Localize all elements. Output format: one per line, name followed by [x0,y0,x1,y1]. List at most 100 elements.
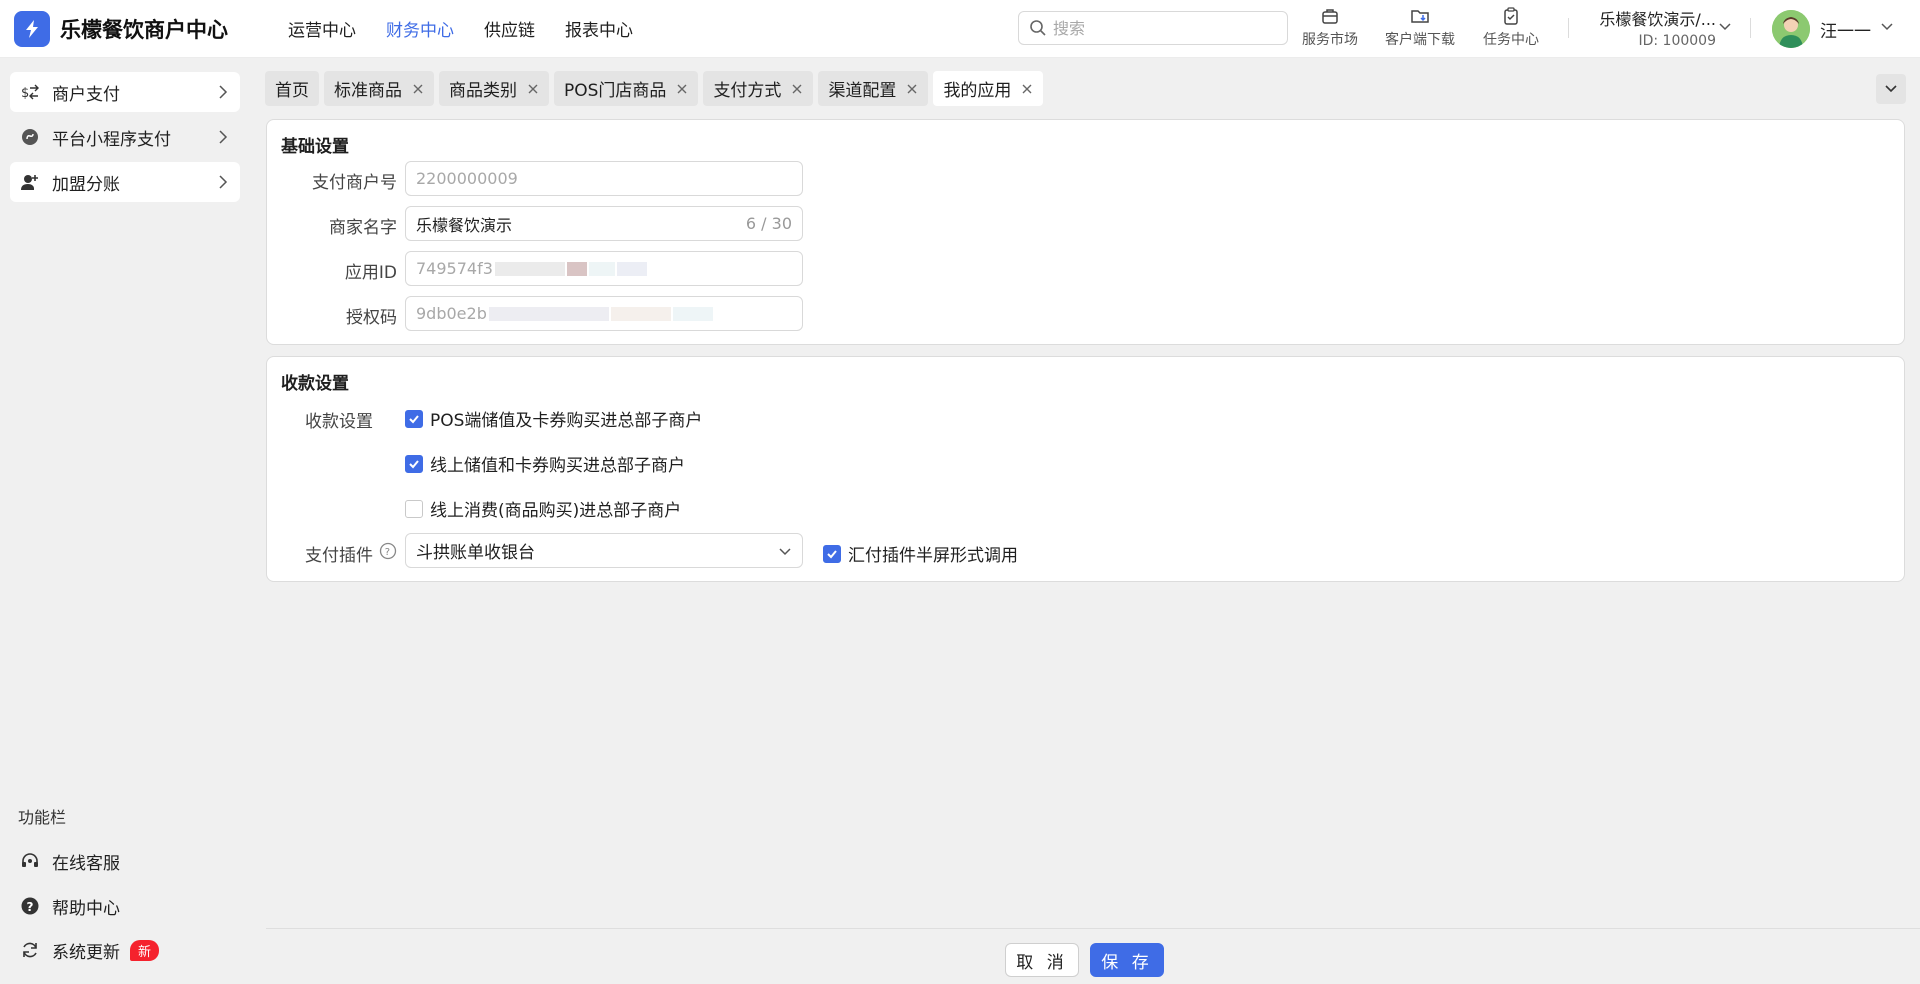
question-circle-icon[interactable]: ? [379,542,397,560]
checkbox-checked[interactable] [405,409,423,428]
chevron-down-icon[interactable] [1880,20,1894,34]
merchant-no-value: 2200000009 [416,169,518,188]
headset-icon [22,853,38,867]
tab-home[interactable]: 首页 [265,71,319,106]
chevron-down-icon [779,548,791,556]
field-label: 支付商户号 [312,173,397,193]
app-logo[interactable]: 乐檬餐饮商户中心 [14,10,264,47]
close-icon[interactable] [791,83,803,95]
refresh-icon [23,942,37,958]
section-title: 收款设置 [281,374,349,394]
search-box[interactable] [1018,11,1288,45]
tab-goods-category[interactable]: 商品类别 [439,71,549,106]
close-icon[interactable] [527,83,539,95]
client-download-label: 客户端下载 [1385,32,1455,48]
search-input[interactable] [1053,18,1263,38]
client-download-button[interactable]: 客户端下载 [1385,6,1455,49]
mini-program-icon [22,129,38,145]
checkbox-checked[interactable] [405,454,423,473]
tab-label: 我的应用 [943,81,1012,101]
nav-operations[interactable]: 运营中心 [288,16,356,41]
function-help-center[interactable]: ? 帮助中心 [20,891,120,921]
option-label: 线上储值和卡券购买进总部子商户 [430,456,685,476]
tab-my-apps[interactable]: 我的应用 [933,71,1044,106]
close-icon[interactable] [676,83,688,95]
tab-channel-config[interactable]: 渠道配置 [818,71,929,106]
footer-divider [266,928,1920,929]
briefcase-icon [1322,9,1338,24]
service-market-label: 服务市场 [1302,32,1358,48]
chevron-down-icon[interactable] [1718,20,1732,34]
option-online-consumption[interactable]: 线上消费(商品购买)进总部子商户 [405,496,681,521]
option-pos-stored-value[interactable]: POS端储值及卡券购买进总部子商户 [405,406,702,431]
clipboard-check-icon [1504,7,1518,25]
avatar-icon [1772,10,1810,48]
tab-label: POS门店商品 [564,81,667,101]
chevron-right-icon [219,130,228,144]
basic-settings-card: 基础设置 支付商户号 2200000009 商家名字 乐檬餐饮演示 6 / 30… [266,119,1905,345]
tab-payment-methods[interactable]: 支付方式 [703,71,814,106]
cancel-button[interactable]: 取 消 [1005,943,1079,977]
tab-label: 渠道配置 [828,81,897,101]
function-system-update[interactable]: 系统更新 新 [20,935,160,965]
shop-name-field[interactable]: 乐檬餐饮演示 6 / 30 [405,206,803,241]
nav-finance[interactable]: 财务中心 [386,16,454,41]
option-online-stored-value[interactable]: 线上储值和卡券购买进总部子商户 [405,451,685,476]
payment-plugin-select[interactable]: 斗拱账单收银台 [405,533,803,568]
header-divider [1568,18,1569,38]
function-bar-title: 功能栏 [18,808,67,827]
help-icon: ? [21,897,39,915]
section-title: 基础设置 [281,137,349,157]
task-center-label: 任务中心 [1483,32,1539,48]
checkbox-checked[interactable] [823,544,841,563]
save-button[interactable]: 保 存 [1090,943,1164,977]
sidebar-item-franchise-split[interactable]: 加盟分账 [10,162,240,202]
collection-settings-card: 收款设置 收款设置 POS端储值及卡券购买进总部子商户 线上储值和卡券购买进总部… [266,356,1905,582]
task-center-button[interactable]: 任务中心 [1483,6,1539,49]
tab-standard-goods[interactable]: 标准商品 [324,71,434,106]
option-half-screen-plugin[interactable]: 汇付插件半屏形式调用 [823,541,1018,566]
function-label: 在线客服 [52,853,120,874]
auth-code-value: 9db0e2b [416,304,487,323]
tab-menu-button[interactable] [1876,74,1906,104]
sidebar-item-merchant-payment[interactable]: $ 商户支付 [10,72,240,112]
redacted-text [488,306,609,321]
merchant-name: 乐檬餐饮演示/... [1599,10,1716,29]
shop-name-value: 乐檬餐饮演示 [416,215,513,235]
nav-supply-chain[interactable]: 供应链 [484,16,535,41]
redacted-text [588,261,615,276]
username[interactable]: 汪一一 [1820,17,1871,42]
service-market-button[interactable]: 服务市场 [1302,6,1358,49]
merchant-switcher[interactable]: 乐檬餐饮演示/... ID: 100009 [1586,6,1716,49]
app-id-value: 749574f3 [416,259,493,278]
field-label: 授权码 [346,308,397,328]
checkbox-unchecked[interactable] [405,499,423,518]
avatar[interactable] [1772,10,1810,48]
svg-text:?: ? [385,547,390,558]
chevron-right-icon [219,85,228,99]
redacted-text [566,261,587,276]
sidebar-item-mini-program-payment[interactable]: 平台小程序支付 [10,117,240,157]
redacted-text [672,306,713,321]
tab-pos-store-goods[interactable]: POS门店商品 [554,71,699,106]
new-badge: 新 [130,939,160,961]
folder-download-icon [1411,10,1429,23]
close-icon[interactable] [1021,83,1033,95]
tab-label: 标准商品 [334,81,402,101]
option-label: 线上消费(商品购买)进总部子商户 [430,501,682,521]
close-icon[interactable] [412,83,424,95]
field-label: 应用ID [344,263,397,283]
tab-label: 支付方式 [713,81,782,101]
exchange-icon: $ [21,84,39,101]
merchant-no-field[interactable]: 2200000009 [405,161,803,196]
function-online-support[interactable]: 在线客服 [20,846,120,876]
option-label: POS端储值及卡券购买进总部子商户 [430,411,703,431]
chevron-down-icon [1885,85,1897,93]
logo-icon [14,10,50,47]
app-id-field[interactable]: 749574f3 [405,251,803,286]
nav-reports[interactable]: 报表中心 [565,16,633,41]
auth-code-field[interactable]: 9db0e2b [405,296,803,331]
redacted-text [610,306,671,321]
header-divider [1750,18,1751,38]
close-icon[interactable] [906,83,918,95]
